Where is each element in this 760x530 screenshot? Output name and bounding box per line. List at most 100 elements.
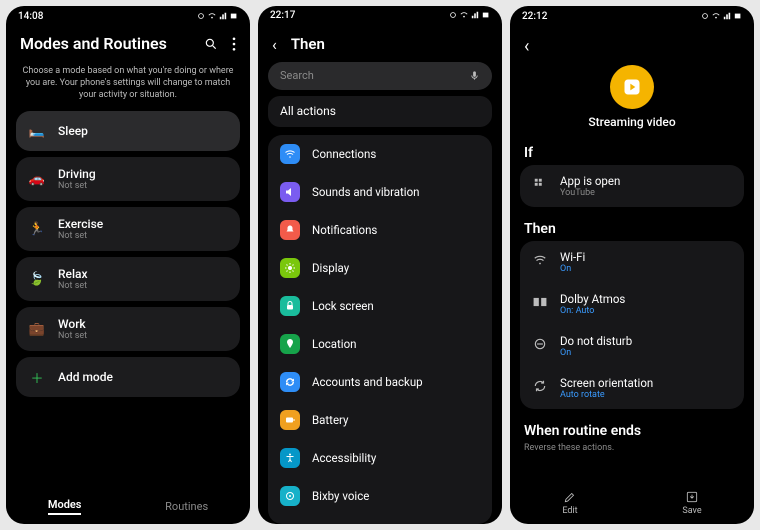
cat-bixby[interactable]: Bixby voice	[268, 477, 492, 515]
edit-button[interactable]: Edit	[562, 490, 577, 516]
search-placeholder: Search	[280, 69, 314, 82]
row-label: Screen orientation	[560, 376, 653, 390]
status-bar: 22:12	[510, 6, 754, 26]
section-if-heading: If	[510, 139, 754, 165]
cat-notifications[interactable]: Notifications	[268, 211, 492, 249]
search-icon[interactable]	[204, 37, 218, 51]
tab-modes[interactable]: Modes	[48, 498, 82, 515]
row-label: App is open	[560, 174, 620, 188]
sound-icon	[280, 182, 300, 202]
mode-sub: Not set	[58, 231, 103, 241]
mode-label: Exercise	[58, 217, 103, 231]
then-row-dnd[interactable]: Do not disturbOn	[520, 325, 744, 367]
cat-location[interactable]: Location	[268, 325, 492, 363]
page-header: ‹	[510, 26, 754, 61]
cat-label: Accessibility	[312, 451, 376, 465]
cat-accounts[interactable]: Accounts and backup	[268, 363, 492, 401]
alarm-icon	[449, 11, 457, 19]
lock-icon	[280, 296, 300, 316]
bottom-tabs: Modes Routines	[6, 488, 250, 524]
mode-item-add[interactable]: ＋ Add mode	[16, 357, 240, 397]
status-bar: 14:08	[6, 6, 250, 26]
back-icon[interactable]: ‹	[524, 36, 529, 57]
then-row-dolby[interactable]: Dolby AtmosOn: Auto	[520, 283, 744, 325]
tab-routines[interactable]: Routines	[165, 500, 208, 513]
cat-label: Accounts and backup	[312, 375, 423, 389]
more-icon[interactable]	[232, 37, 236, 51]
then-row-orientation[interactable]: Screen orientationAuto rotate	[520, 367, 744, 409]
mode-sub: Not set	[58, 181, 96, 191]
wifi-icon	[712, 12, 720, 20]
if-card: App is openYouTube	[520, 165, 744, 207]
mic-icon[interactable]	[469, 70, 480, 81]
all-actions-button[interactable]: All actions	[268, 96, 492, 128]
status-icons	[449, 11, 490, 19]
section-ends-heading: When routine ends	[510, 417, 754, 443]
clock: 22:12	[522, 11, 547, 22]
all-actions-label: All actions	[280, 104, 336, 118]
signal-icon	[471, 11, 479, 19]
cat-accessibility[interactable]: Accessibility	[268, 439, 492, 477]
cat-label: Bixby voice	[312, 489, 369, 503]
status-icons	[197, 12, 238, 20]
mode-label: Driving	[58, 167, 96, 181]
mode-list: 🛏️ Sleep 🚗 DrivingNot set 🏃 ExerciseNot …	[6, 111, 250, 397]
page-title: Modes and Routines	[20, 34, 167, 53]
search-input[interactable]: Search	[268, 62, 492, 90]
battery-icon	[482, 11, 490, 19]
pin-icon	[280, 334, 300, 354]
wifi-icon	[208, 12, 216, 20]
cat-connections[interactable]: Connections	[268, 135, 492, 173]
mode-label: Work	[58, 317, 87, 331]
cat-display[interactable]: Display	[268, 249, 492, 287]
page-header: ‹ Then	[258, 25, 502, 62]
clock: 14:08	[18, 11, 43, 22]
save-icon	[685, 490, 699, 504]
mode-label: Add mode	[58, 370, 113, 384]
plus-icon: ＋	[28, 368, 46, 386]
status-icons	[701, 12, 742, 20]
mode-item-relax[interactable]: 🍃 RelaxNot set	[16, 257, 240, 301]
mode-label: Sleep	[58, 124, 88, 138]
routine-icon-badge[interactable]	[610, 65, 654, 109]
cat-sounds[interactable]: Sounds and vibration	[268, 173, 492, 211]
battery-icon	[280, 410, 300, 430]
row-sub: YouTube	[560, 188, 620, 198]
routine-title: Streaming video	[510, 115, 754, 129]
cat-music[interactable]: Music	[268, 515, 492, 524]
signal-icon	[219, 12, 227, 20]
cat-label: Display	[312, 261, 349, 275]
row-sub: On	[560, 264, 585, 274]
ends-subtext: Reverse these actions.	[510, 443, 754, 459]
cat-lockscreen[interactable]: Lock screen	[268, 287, 492, 325]
alarm-icon	[701, 12, 709, 20]
mode-item-exercise[interactable]: 🏃 ExerciseNot set	[16, 207, 240, 251]
then-row-wifi[interactable]: Wi-FiOn	[520, 241, 744, 283]
wifi-icon	[460, 11, 468, 19]
sun-icon	[280, 258, 300, 278]
cat-label: Notifications	[312, 223, 377, 237]
wifi-icon	[280, 144, 300, 164]
page-header: Modes and Routines	[6, 26, 250, 59]
mode-item-work[interactable]: 💼 WorkNot set	[16, 307, 240, 351]
mode-label: Relax	[58, 267, 88, 281]
cat-battery[interactable]: Battery	[268, 401, 492, 439]
cat-label: Lock screen	[312, 299, 374, 313]
bixby-icon	[280, 486, 300, 506]
exercise-icon: 🏃	[28, 220, 46, 238]
page-title: Then	[291, 35, 325, 53]
if-row-app-open[interactable]: App is openYouTube	[520, 165, 744, 207]
save-button[interactable]: Save	[682, 490, 701, 516]
mode-item-driving[interactable]: 🚗 DrivingNot set	[16, 157, 240, 201]
mode-item-sleep[interactable]: 🛏️ Sleep	[16, 111, 240, 151]
row-sub: On: Auto	[560, 306, 625, 316]
battery-icon	[734, 12, 742, 20]
sync-icon	[280, 372, 300, 392]
wifi-icon	[532, 252, 548, 268]
work-icon: 💼	[28, 320, 46, 338]
section-then-heading: Then	[510, 215, 754, 241]
dnd-icon	[532, 336, 548, 352]
edit-label: Edit	[562, 506, 577, 516]
cat-label: Location	[312, 337, 357, 351]
back-icon[interactable]: ‹	[272, 35, 277, 54]
